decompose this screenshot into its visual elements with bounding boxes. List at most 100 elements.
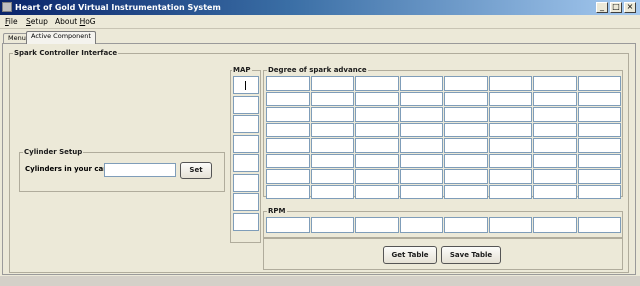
advance-cell[interactable] (577, 153, 621, 168)
rpm-cell[interactable] (444, 217, 488, 233)
menu-file[interactable]: File (5, 17, 18, 26)
advance-cell[interactable] (533, 138, 577, 153)
advance-cell[interactable] (444, 169, 488, 184)
advance-cell[interactable] (444, 122, 488, 137)
advance-cell[interactable] (399, 91, 443, 106)
advance-cell[interactable] (533, 184, 577, 199)
advance-cell[interactable] (310, 107, 354, 122)
close-button[interactable]: × (624, 2, 636, 13)
advance-cell[interactable] (266, 91, 310, 106)
advance-cell[interactable] (266, 76, 310, 91)
tab-active-component[interactable]: Active Component (26, 31, 96, 44)
map-cell[interactable] (233, 173, 259, 192)
advance-cell[interactable] (444, 91, 488, 106)
advance-cell[interactable] (355, 91, 399, 106)
advance-cell[interactable] (310, 153, 354, 168)
minimize-button[interactable]: _ (596, 2, 608, 13)
advance-cell[interactable] (533, 107, 577, 122)
rpm-cell[interactable] (310, 217, 354, 233)
advance-cell[interactable] (444, 153, 488, 168)
advance-cell[interactable] (488, 184, 532, 199)
advance-cell[interactable] (533, 76, 577, 91)
advance-cell[interactable] (266, 138, 310, 153)
menu-file-label: ile (8, 17, 18, 26)
advance-cell[interactable] (399, 107, 443, 122)
advance-cell[interactable] (488, 153, 532, 168)
advance-cell[interactable] (355, 107, 399, 122)
advance-cell[interactable] (444, 107, 488, 122)
advance-cell[interactable] (577, 107, 621, 122)
menu-setup[interactable]: Setup (26, 17, 48, 26)
advance-cell[interactable] (399, 153, 443, 168)
advance-cell[interactable] (310, 76, 354, 91)
rpm-cell[interactable] (577, 217, 621, 233)
advance-cell[interactable] (444, 76, 488, 91)
advance-cell[interactable] (355, 153, 399, 168)
advance-cell[interactable] (399, 76, 443, 91)
advance-cell[interactable] (488, 122, 532, 137)
advance-cell[interactable] (399, 169, 443, 184)
advance-cell[interactable] (355, 122, 399, 137)
advance-cell[interactable] (577, 169, 621, 184)
advance-cell[interactable] (310, 169, 354, 184)
save-table-button[interactable]: Save Table (441, 246, 501, 264)
advance-cell[interactable] (577, 122, 621, 137)
rpm-cell[interactable] (533, 217, 577, 233)
advance-cell[interactable] (577, 138, 621, 153)
cylinders-input[interactable] (104, 163, 176, 177)
rpm-cell[interactable] (488, 217, 532, 233)
advance-cell[interactable] (533, 91, 577, 106)
rpm-cell[interactable] (355, 217, 399, 233)
advance-cell[interactable] (399, 138, 443, 153)
advance-cell[interactable] (266, 153, 310, 168)
advance-cell[interactable] (488, 76, 532, 91)
advance-cell[interactable] (577, 184, 621, 199)
advance-cell[interactable] (444, 138, 488, 153)
app-window: Heart of Gold Virtual Instrumentation Sy… (0, 0, 640, 286)
map-cell[interactable] (233, 193, 259, 211)
map-cell[interactable] (233, 95, 259, 114)
advance-cell[interactable] (577, 76, 621, 91)
advance-cell[interactable] (488, 107, 532, 122)
advance-cell[interactable] (533, 122, 577, 137)
advance-cell[interactable] (355, 76, 399, 91)
window-bottom-edge (0, 276, 640, 286)
map-cell[interactable] (233, 154, 259, 172)
advance-cell[interactable] (533, 169, 577, 184)
advance-cell[interactable] (533, 153, 577, 168)
menu-about-prefix: About (55, 17, 80, 26)
get-table-button[interactable]: Get Table (383, 246, 437, 264)
advance-cell[interactable] (266, 169, 310, 184)
advance-cell[interactable] (355, 184, 399, 199)
advance-cell[interactable] (355, 138, 399, 153)
advance-cell[interactable] (444, 184, 488, 199)
advance-cell[interactable] (577, 91, 621, 106)
advance-cell[interactable] (310, 122, 354, 137)
map-cell[interactable] (233, 76, 259, 94)
advance-cell[interactable] (266, 107, 310, 122)
map-cell[interactable] (233, 212, 259, 231)
advance-group: Degree of spark advance (263, 65, 623, 199)
rpm-cell[interactable] (399, 217, 443, 233)
advance-cell[interactable] (488, 91, 532, 106)
menu-about[interactable]: About HoG (55, 17, 96, 26)
advance-cell[interactable] (266, 184, 310, 199)
advance-cell[interactable] (310, 91, 354, 106)
advance-cell[interactable] (310, 184, 354, 199)
advance-cell[interactable] (488, 169, 532, 184)
rpm-cell[interactable] (266, 217, 310, 233)
advance-cell[interactable] (488, 138, 532, 153)
map-cell[interactable] (233, 134, 259, 153)
rpm-group: RPM (263, 206, 623, 238)
set-button[interactable]: Set (180, 162, 212, 179)
advance-cell[interactable] (355, 169, 399, 184)
advance-cell[interactable] (266, 122, 310, 137)
advance-cell[interactable] (399, 122, 443, 137)
menu-about-label: oG (85, 17, 96, 26)
advance-cell[interactable] (310, 138, 354, 153)
maximize-button[interactable]: □ (610, 2, 622, 13)
advance-cell[interactable] (399, 184, 443, 199)
map-cell[interactable] (233, 115, 259, 133)
title-bar[interactable]: Heart of Gold Virtual Instrumentation Sy… (0, 0, 640, 15)
window-title: Heart of Gold Virtual Instrumentation Sy… (15, 3, 221, 12)
